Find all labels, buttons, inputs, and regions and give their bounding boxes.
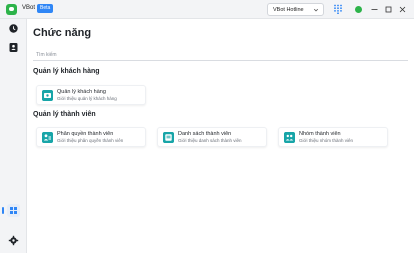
card-member-permissions[interactable]: Phân quyền thành viên Giới thiệu phân qu… <box>36 127 146 147</box>
hotline-select-value: VBot Hotline <box>273 7 304 13</box>
sidebar-item-contacts[interactable] <box>7 41 20 54</box>
customer-card-icon <box>42 90 53 101</box>
grid-icon <box>10 207 17 214</box>
chevron-down-icon <box>313 8 319 12</box>
sidebar-item-settings[interactable] <box>7 234 20 247</box>
sidebar-item-history[interactable] <box>7 22 20 35</box>
beta-badge: Beta <box>37 4 54 13</box>
member-list-icon <box>163 132 174 143</box>
hotline-select[interactable]: VBot Hotline <box>267 3 324 16</box>
title-bar: VBot Beta VBot Hotline <box>0 0 414 19</box>
main-content: Chức năng Tìm kiếm Quản lý khách hàng Qu… <box>28 19 414 253</box>
card-description: Giới thiệu danh sách thành viên <box>178 138 242 143</box>
minimize-icon[interactable] <box>368 3 381 16</box>
page-title: Chức năng <box>33 27 92 39</box>
card-member-list[interactable]: Danh sách thành viên Giới thiệu danh sác… <box>157 127 267 147</box>
member-group-icon <box>284 132 295 143</box>
online-status-indicator[interactable] <box>355 6 362 13</box>
card-description: Giới thiệu phân quyền thành viên <box>57 138 124 143</box>
card-description: Giới thiệu quản lý khách hàng <box>57 96 117 101</box>
card-title: Quản lý khách hàng <box>57 89 106 95</box>
app-name: VBot <box>22 5 36 11</box>
app-logo-icon <box>6 4 17 15</box>
sidebar-item-features[interactable] <box>2 204 20 217</box>
sidebar <box>0 19 27 253</box>
card-description: Giới thiệu nhóm thành viên <box>299 138 353 143</box>
permission-icon <box>42 132 53 143</box>
card-customer-management[interactable]: Quản lý khách hàng Giới thiệu quản lý kh… <box>36 85 146 105</box>
card-title: Nhóm thành viên <box>299 131 341 137</box>
maximize-icon[interactable] <box>382 3 395 16</box>
clock-icon <box>9 24 18 33</box>
close-icon[interactable] <box>396 3 409 16</box>
section-title-members: Quản lý thành viên <box>33 111 96 118</box>
section-title-customers: Quản lý khách hàng <box>33 68 100 75</box>
gear-icon <box>8 235 19 246</box>
search-placeholder: Tìm kiếm <box>36 52 57 58</box>
search-input[interactable]: Tìm kiếm <box>33 51 408 61</box>
card-title: Danh sách thành viên <box>178 131 232 137</box>
dialpad-icon[interactable] <box>333 4 343 14</box>
card-member-groups[interactable]: Nhóm thành viên Giới thiệu nhóm thành vi… <box>278 127 388 147</box>
card-title: Phân quyền thành viên <box>57 131 114 137</box>
contacts-icon <box>9 43 18 52</box>
